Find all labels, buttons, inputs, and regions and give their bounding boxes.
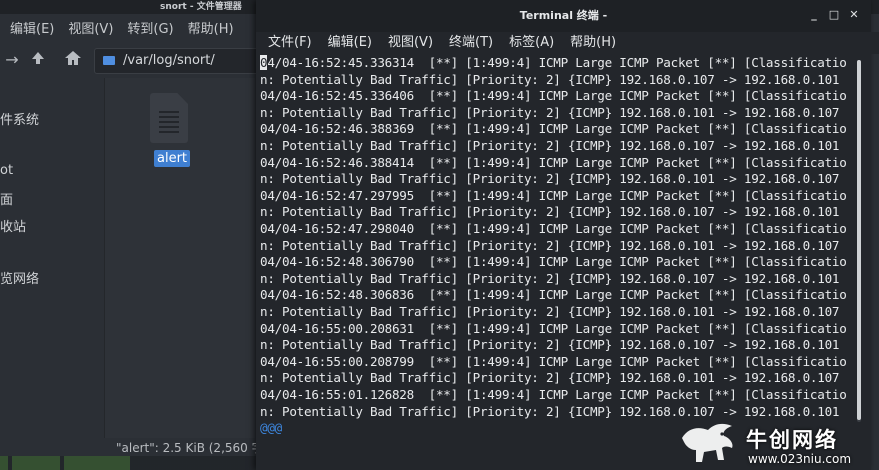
terminal-line: 04/04-16:52:45.336406 [**] [1:499:4] ICM… (260, 88, 847, 104)
watermark-brand: 牛创网络 (746, 428, 838, 452)
terminal-menu-tabs[interactable]: 标签(A) (509, 32, 554, 54)
close-icon[interactable]: ✕ (848, 9, 860, 21)
sidebar-item-trash[interactable]: 收站 (0, 216, 26, 235)
menu-view[interactable]: 视图(V) (68, 16, 113, 44)
sidebar-item-root[interactable]: ot (0, 163, 13, 178)
terminal-line: 04/04-16:52:47.298040 [**] [1:499:4] ICM… (260, 221, 847, 236)
terminal-line: 04/04-16:52:46.388369 [**] [1:499:4] ICM… (260, 121, 847, 137)
terminal-line: 04/04-16:52:48.306836 [**] [1:499:4] ICM… (260, 287, 847, 303)
terminal-line: n: Potentially Bad Traffic] [Priority: 2… (260, 204, 840, 220)
file-manager-statusbar: "alert": 2.5 KiB (2,560 字节) 文本文档 (116, 441, 268, 455)
location-path: /var/log/snort/ (123, 53, 215, 68)
terminal-output[interactable]: 04/04-16:52:45.336314 [**] [1:499:4] ICM… (256, 54, 856, 439)
terminal-line: n: Potentially Bad Traffic] [Priority: 2… (260, 337, 840, 353)
folder-icon (103, 56, 115, 65)
maximize-icon[interactable]: □ (828, 9, 840, 21)
terminal-line: 04/04-16:52:46.388414 [**] [1:499:4] ICM… (260, 154, 847, 170)
watermark-url: www.023niu.com (748, 452, 852, 466)
text-file-icon[interactable] (150, 93, 188, 143)
terminal-line: 04/04-16:55:01.126828 [**] [1:499:4] ICM… (260, 387, 847, 402)
terminal-menu-edit[interactable]: 编辑(E) (328, 32, 372, 54)
terminal-scrollbar-thumb[interactable] (857, 60, 861, 420)
sidebar-item-desktop[interactable]: 面 (0, 189, 13, 208)
terminal-menu-view[interactable]: 视图(V) (388, 32, 433, 54)
menu-edit[interactable]: 编辑(E) (10, 16, 54, 44)
menu-go[interactable]: 转到(G) (127, 16, 173, 44)
terminal-window: Terminal 终端 - _ □ ✕ 文件(F) 编辑(E) 视图(V) 终端… (256, 0, 879, 470)
terminal-line: n: Potentially Bad Traffic] [Priority: 2… (260, 304, 840, 319)
terminal-line: 04/04-16:52:47.297995 [**] [1:499:4] ICM… (260, 187, 847, 203)
sidebar-item-filesystem[interactable]: 件系统 (0, 109, 39, 128)
menu-help[interactable]: 帮助(H) (188, 16, 234, 44)
location-bar[interactable]: /var/log/snort/ (94, 48, 266, 74)
terminal-line: 04/04-16:52:48.306790 [**] [1:499:4] ICM… (260, 254, 847, 270)
terminal-line: 04/04-16:55:00.208799 [**] [1:499:4] ICM… (260, 353, 847, 369)
terminal-title: Terminal 终端 - (519, 9, 608, 22)
terminal-menu-help[interactable]: 帮助(H) (570, 32, 616, 54)
shell-prompt: @@@ (260, 420, 282, 436)
terminal-line: n: Potentially Bad Traffic] [Priority: 2… (260, 370, 840, 386)
file-manager-title: snort - 文件管理器 (160, 2, 242, 12)
forward-arrow-icon[interactable]: → (2, 50, 22, 70)
terminal-line: n: Potentially Bad Traffic] [Priority: 2… (260, 71, 840, 87)
terminal-line: n: Potentially Bad Traffic] [Priority: 2… (260, 171, 840, 187)
background-window-fragment (0, 456, 260, 470)
file-item-alert[interactable]: alert (154, 150, 191, 167)
terminal-menu-terminal[interactable]: 终端(T) (449, 32, 493, 54)
terminal-menubar: 文件(F) 编辑(E) 视图(V) 终端(T) 标签(A) 帮助(H) (256, 32, 879, 54)
sidebar-item-network[interactable]: 览网络 (0, 268, 39, 287)
terminal-line: n: Potentially Bad Traffic] [Priority: 2… (260, 138, 840, 153)
minimize-icon[interactable]: _ (808, 9, 820, 21)
terminal-line: 04/04-16:55:00.208631 [**] [1:499:4] ICM… (260, 320, 847, 336)
file-manager-menubar: 编辑(E) 视图(V) 转到(G) 帮助(H) (0, 16, 234, 44)
terminal-line: n: Potentially Bad Traffic] [Priority: 2… (260, 237, 840, 253)
terminal-line: 04/04-16:52:45.336314 [**] [1:499:4] ICM… (260, 55, 847, 70)
terminal-menu-file[interactable]: 文件(F) (268, 32, 312, 54)
terminal-titlebar: Terminal 终端 - (256, 0, 871, 32)
terminal-line: n: Potentially Bad Traffic] [Priority: 2… (260, 270, 840, 286)
sidebar: 件系统 ot 面 收站 览网络 (0, 78, 105, 438)
up-arrow-icon[interactable] (28, 50, 48, 70)
bull-logo-icon (678, 418, 738, 466)
watermark: 牛创网络 www.023niu.com (678, 410, 879, 470)
home-icon[interactable] (63, 50, 83, 70)
terminal-line: n: Potentially Bad Traffic] [Priority: 2… (260, 104, 840, 120)
